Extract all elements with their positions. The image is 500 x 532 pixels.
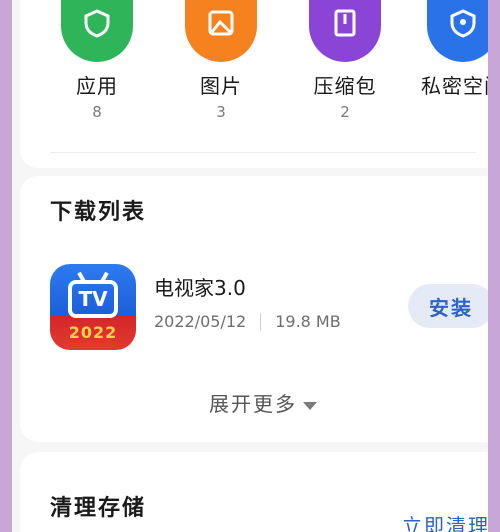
image-icon	[185, 0, 257, 62]
category-count: 3	[216, 103, 226, 121]
category-count: 2	[340, 103, 350, 121]
meta-separator	[260, 312, 262, 331]
download-list-title: 下载列表	[50, 200, 147, 225]
caret-down-icon	[303, 401, 317, 410]
category-images[interactable]: 图片 3	[166, 0, 276, 121]
app-name: 电视家3.0	[154, 276, 246, 300]
install-button[interactable]: 安装	[408, 284, 488, 328]
lock-shield-icon	[427, 0, 488, 62]
category-name: 私密空间	[421, 74, 488, 98]
category-card: 应用 8 图片 3 压缩包 2 私密空间	[20, 0, 488, 168]
tv-icon: TV	[68, 280, 118, 318]
phone-screen: 应用 8 图片 3 压缩包 2 私密空间 下载列表	[12, 0, 488, 532]
clean-now-link[interactable]: 立即清理	[402, 510, 488, 532]
app-date: 2022/05/12	[154, 312, 247, 331]
cleanup-title: 清理存储	[50, 496, 147, 521]
shield-app-icon	[61, 0, 133, 62]
category-archives[interactable]: 压缩包 2	[290, 0, 400, 121]
expand-more-button[interactable]: 展开更多	[20, 388, 488, 417]
category-count: 8	[92, 103, 102, 121]
category-private-space[interactable]: 私密空间	[408, 0, 488, 103]
download-list-card: 下载列表 TV 2022 电视家3.0 2022/05/12 19.8 MB 安…	[20, 176, 488, 442]
category-name: 压缩包	[313, 74, 377, 98]
category-apps[interactable]: 应用 8	[42, 0, 152, 121]
app-icon-year: 2022	[68, 323, 118, 342]
app-icon[interactable]: TV 2022	[50, 264, 136, 350]
cleanup-card: 清理存储 立即清理	[20, 452, 488, 532]
app-meta: 2022/05/12 19.8 MB	[154, 312, 341, 331]
app-size: 19.8 MB	[275, 312, 341, 331]
category-name: 图片	[200, 74, 242, 98]
category-name: 应用	[76, 74, 118, 98]
archive-icon	[309, 0, 381, 62]
divider	[50, 152, 476, 153]
expand-more-label: 展开更多	[209, 392, 297, 416]
